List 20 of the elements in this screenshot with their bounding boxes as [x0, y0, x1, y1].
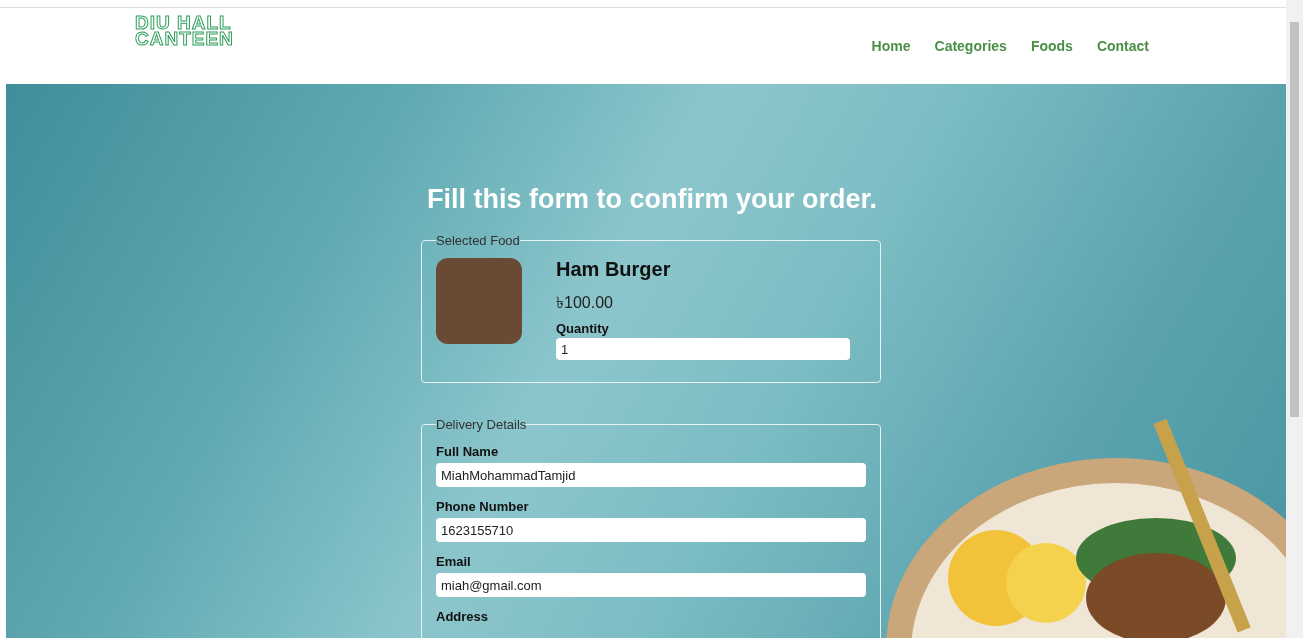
- input-field[interactable]: miah@gmail.com: [436, 573, 866, 597]
- nav-link[interactable]: Foods: [1030, 38, 1073, 54]
- nav-link[interactable]: Home: [871, 38, 911, 54]
- scrollbar[interactable]: [1286, 0, 1303, 638]
- input-field[interactable]: MiahMohammadTamjid: [436, 463, 866, 487]
- food-name: Ham Burger: [556, 258, 672, 281]
- page-heading: Fill this form to confirm your order.: [427, 184, 876, 215]
- logo[interactable]: DIU HALL CANTEEN: [135, 15, 234, 47]
- field-label: Quantity: [556, 321, 610, 336]
- field-label: Phone Number: [436, 499, 530, 514]
- panel-legend: Delivery Details: [436, 417, 527, 432]
- nav-link[interactable]: Categories: [934, 38, 1007, 54]
- food-price: ৳100.00: [556, 293, 614, 313]
- quantity-field[interactable]: 1: [556, 338, 850, 360]
- panel-legend: Selected Food: [436, 233, 520, 248]
- field-label: Full Name: [436, 444, 500, 459]
- field-label: Address: [436, 609, 490, 624]
- nav-link[interactable]: Contact: [1096, 38, 1149, 54]
- input-field[interactable]: 1623155710: [436, 518, 866, 542]
- field-label: Email: [436, 554, 472, 569]
